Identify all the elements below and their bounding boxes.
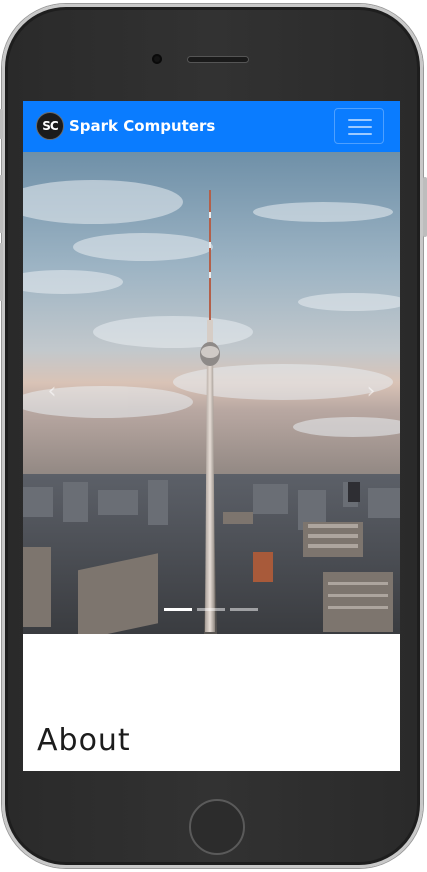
earpiece-speaker — [187, 56, 249, 63]
chevron-right-icon: › — [366, 379, 376, 404]
hamburger-menu-icon — [348, 119, 372, 121]
hamburger-menu-icon-bar — [348, 133, 372, 135]
about-heading: About — [37, 723, 131, 758]
carousel-slide-image — [23, 152, 400, 634]
front-camera — [152, 54, 162, 64]
power-button — [423, 177, 427, 237]
carousel-indicator-3[interactable] — [230, 608, 258, 611]
carousel-next-button[interactable]: › — [356, 377, 386, 407]
navbar: SC Spark Computers — [23, 101, 400, 152]
carousel-indicators — [164, 608, 264, 614]
hamburger-menu-icon-bar — [348, 126, 372, 128]
navbar-toggler-button[interactable] — [334, 108, 384, 144]
home-button[interactable] — [189, 799, 245, 855]
volume-up-button — [0, 175, 3, 233]
brand-logo[interactable]: SC — [36, 112, 64, 140]
brand-name[interactable]: Spark Computers — [69, 115, 215, 137]
carousel-indicator-2[interactable] — [197, 608, 225, 611]
screen: SC Spark Computers ‹ › About — [23, 101, 400, 771]
volume-down-button — [0, 243, 3, 301]
chevron-left-icon: ‹ — [47, 379, 57, 404]
mute-switch — [0, 109, 3, 139]
hero-carousel: ‹ › — [23, 152, 400, 634]
carousel-indicator-1[interactable] — [164, 608, 192, 611]
carousel-prev-button[interactable]: ‹ — [37, 377, 67, 407]
